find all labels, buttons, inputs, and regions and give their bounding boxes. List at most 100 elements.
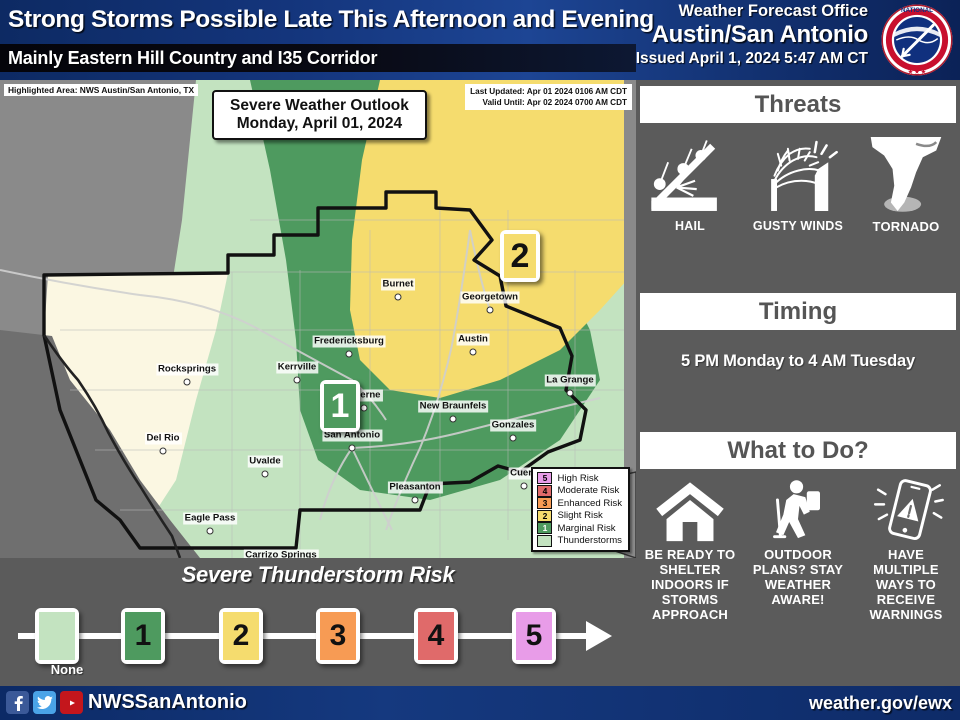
action-label-receive-warnings: HAVE MULTIPLE WAYS TO RECEIVE WARNINGS bbox=[869, 547, 943, 622]
severe-risk-scale: Severe Thunderstorm Risk 1 2 3 4 5 None bbox=[0, 558, 636, 680]
map-risk-badge-1: 1 bbox=[320, 380, 360, 432]
timing-heading: Timing bbox=[640, 293, 956, 330]
city-dot-icon bbox=[183, 378, 191, 386]
action-item-receive-warnings: HAVE MULTIPLE WAYS TO RECEIVE WARNINGS bbox=[852, 478, 960, 622]
city-dot-icon bbox=[486, 306, 494, 314]
social-handle: NWSSanAntonio bbox=[88, 691, 247, 713]
legend-label: Enhanced Risk bbox=[557, 497, 622, 509]
issued-timestamp: Issued April 1, 2024 5:47 AM CT bbox=[635, 50, 868, 67]
map-title-line1: Severe Weather Outlook bbox=[230, 97, 409, 114]
youtube-icon[interactable] bbox=[60, 691, 83, 714]
phone-alert-icon bbox=[873, 479, 944, 541]
city-marker: Kerrville bbox=[275, 361, 319, 384]
risk-scale-step: 1 bbox=[121, 608, 165, 664]
weather-graphic: Strong Storms Possible Late This Afterno… bbox=[0, 0, 960, 720]
legend-row: 4 Moderate Risk bbox=[537, 484, 622, 498]
city-marker: Georgetown bbox=[460, 291, 520, 314]
city-marker: Del Rio bbox=[144, 432, 182, 455]
risk-scale-step-value: 2 bbox=[223, 612, 259, 660]
tornado-icon bbox=[870, 137, 942, 212]
risk-scale-track bbox=[18, 633, 590, 639]
facebook-icon[interactable] bbox=[6, 691, 29, 714]
timing-text: 5 PM Monday to 4 AM Tuesday bbox=[681, 352, 915, 370]
threat-item-gusty-winds: GUSTY WINDS bbox=[744, 132, 852, 234]
legend-swatch: 2 bbox=[537, 509, 553, 522]
map-risk-badge-1-value: 1 bbox=[324, 384, 356, 428]
city-dot-icon bbox=[345, 350, 353, 358]
city-marker: La Grange bbox=[544, 374, 596, 397]
city-dot-icon bbox=[509, 434, 517, 442]
risk-scale-step: 5 bbox=[512, 608, 556, 664]
svg-text:★ ★ ★: ★ ★ ★ bbox=[908, 68, 927, 75]
svg-text:NATIONAL: NATIONAL bbox=[901, 7, 933, 14]
forecast-office-block: Weather Forecast Office Austin/San Anton… bbox=[588, 1, 869, 69]
city-dot-icon bbox=[348, 444, 356, 452]
legend-swatch: 4 bbox=[537, 484, 553, 497]
city-marker: Boerne bbox=[345, 389, 383, 412]
city-dot-icon bbox=[520, 482, 528, 490]
hiker-icon bbox=[773, 480, 820, 539]
legend-label: Slight Risk bbox=[557, 510, 603, 522]
severe-weather-outlook-map[interactable]: Highlighted Area: NWS Austin/San Antonio… bbox=[0, 80, 636, 558]
what-to-do-heading: What to Do? bbox=[640, 432, 956, 469]
risk-scale-arrow-icon bbox=[586, 621, 612, 651]
city-label: Uvalde bbox=[247, 455, 283, 468]
legend-row: Thunderstorms bbox=[537, 534, 622, 548]
page-subtitle: Mainly Eastern Hill Country and I35 Corr… bbox=[8, 48, 378, 68]
threat-item-hail: HAIL bbox=[636, 132, 744, 234]
risk-scale-step-value: 4 bbox=[418, 612, 454, 660]
social-icons bbox=[6, 691, 83, 714]
city-marker: Burnet bbox=[380, 278, 416, 301]
threat-item-tornado: TORNADO bbox=[852, 132, 960, 234]
map-title-line2: Monday, April 01, 2024 bbox=[236, 115, 403, 132]
city-marker: Rocksprings bbox=[155, 363, 219, 386]
city-marker: San Antonio bbox=[321, 429, 383, 452]
header-bar: Strong Storms Possible Late This Afterno… bbox=[0, 0, 960, 80]
legend-label: Thunderstorms bbox=[557, 535, 622, 547]
city-dot-icon bbox=[159, 447, 167, 455]
right-info-panel: Threats HAIL GUSTY WINDS TORNADO Timing … bbox=[636, 80, 960, 680]
city-label: Gonzales bbox=[489, 419, 537, 432]
legend-swatch bbox=[537, 534, 553, 547]
city-dot-icon bbox=[449, 415, 457, 423]
city-marker: Gonzales bbox=[489, 419, 537, 442]
nws-roundel-logo-icon: NATIONAL ★ ★ ★ bbox=[880, 3, 954, 77]
city-label: Rocksprings bbox=[155, 363, 219, 376]
risk-scale-step: 2 bbox=[219, 608, 263, 664]
what-to-do-icon-row: BE READY TO SHELTER INDOORS IF STORMS AP… bbox=[636, 478, 960, 622]
risk-scale-step-value: 1 bbox=[125, 612, 161, 660]
map-highlight-note: Highlighted Area: NWS Austin/San Antonio… bbox=[4, 84, 199, 96]
legend-label: Marginal Risk bbox=[557, 522, 616, 534]
office-label: Weather Forecast Office bbox=[678, 2, 868, 20]
city-marker: Eagle Pass bbox=[182, 512, 238, 535]
legend-swatch: 5 bbox=[537, 472, 553, 485]
city-dot-icon bbox=[566, 389, 574, 397]
threat-label-hail: HAIL bbox=[675, 219, 705, 233]
page-title: Strong Storms Possible Late This Afterno… bbox=[8, 6, 654, 33]
windy-tree-icon bbox=[771, 140, 838, 211]
city-label: Del Rio bbox=[144, 432, 182, 445]
risk-scale-step-value: 3 bbox=[320, 612, 356, 660]
city-dot-icon bbox=[293, 376, 301, 384]
city-dot-icon bbox=[360, 404, 368, 412]
footer-url: weather.gov/ewx bbox=[808, 693, 952, 713]
office-name: Austin/San Antonio bbox=[651, 21, 869, 48]
city-label: Carrizo Springs bbox=[243, 549, 319, 558]
action-label-outdoor-plans: OUTDOOR PLANS? STAY WEATHER AWARE! bbox=[752, 547, 844, 607]
risk-scale-title: Severe Thunderstorm Risk bbox=[181, 562, 455, 587]
legend-swatch: 3 bbox=[537, 497, 553, 510]
city-label: Kerrville bbox=[275, 361, 319, 374]
city-label: Eagle Pass bbox=[182, 512, 238, 525]
map-valid-until: Valid Until: Apr 02 2024 0700 AM CDT bbox=[482, 98, 627, 107]
city-marker: Austin bbox=[456, 333, 490, 356]
legend-row: 5 High Risk bbox=[537, 472, 622, 485]
city-label: Georgetown bbox=[460, 291, 520, 304]
twitter-icon[interactable] bbox=[33, 691, 56, 714]
city-label: Austin bbox=[456, 333, 490, 346]
city-label: New Braunfels bbox=[417, 400, 489, 413]
threat-label-tornado: TORNADO bbox=[872, 219, 940, 234]
city-dot-icon bbox=[261, 470, 269, 478]
city-dot-icon bbox=[411, 496, 419, 504]
risk-scale-step: 3 bbox=[316, 608, 360, 664]
legend-label: Moderate Risk bbox=[557, 485, 620, 497]
